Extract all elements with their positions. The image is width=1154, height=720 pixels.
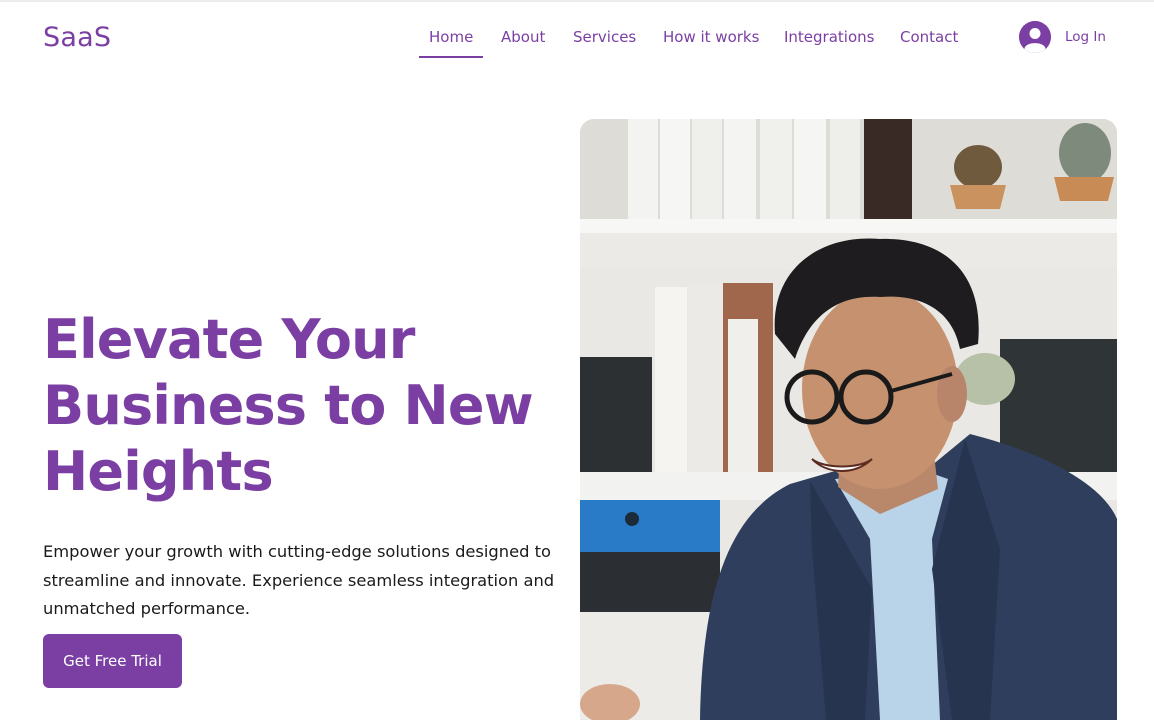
get-free-trial-button[interactable]: Get Free Trial	[43, 634, 182, 688]
nav-how-it-works[interactable]: How it works	[663, 28, 759, 46]
nav-about[interactable]: About	[501, 28, 545, 46]
active-nav-indicator	[419, 56, 483, 58]
headline-line: Business to New	[43, 374, 534, 437]
login-button[interactable]: Log In	[1019, 21, 1106, 53]
nav-services[interactable]: Services	[573, 28, 636, 46]
nav-contact[interactable]: Contact	[900, 28, 958, 46]
subtext-line: unmatched performance.	[43, 599, 251, 618]
headline-line: Elevate Your	[43, 308, 415, 371]
hero-photo	[580, 119, 1117, 720]
hero-subtext: Empower your growth with cutting-edge so…	[43, 538, 563, 624]
landing-page: SaaS Home About Services How it works In…	[0, 0, 1154, 720]
top-border	[0, 0, 1154, 2]
nav-home[interactable]: Home	[429, 28, 473, 46]
subtext-line: Empower your growth with cutting-edge so…	[43, 542, 551, 561]
hero-headline: Elevate Your Business to New Heights	[43, 307, 563, 505]
user-avatar-icon	[1019, 21, 1051, 53]
subtext-line: streamline and innovate. Experience seam…	[43, 570, 555, 590]
nav-integrations[interactable]: Integrations	[784, 28, 874, 46]
headline-line: Heights	[43, 440, 274, 503]
login-label: Log In	[1065, 29, 1106, 45]
logo[interactable]: SaaS	[43, 22, 111, 53]
